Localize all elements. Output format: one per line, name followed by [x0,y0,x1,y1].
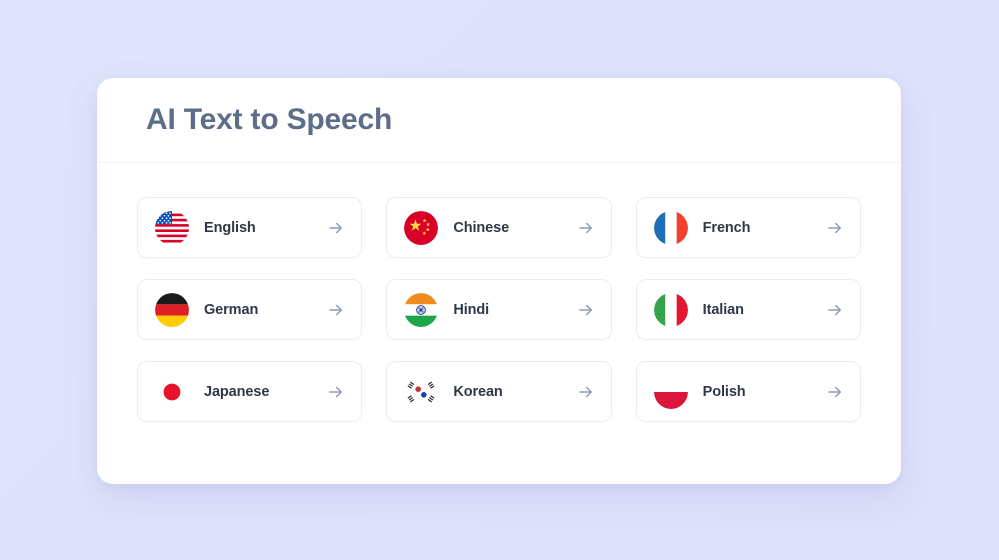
flag-in-icon [404,292,439,327]
arrow-right-icon[interactable] [577,383,595,401]
language-label: English [204,219,256,236]
language-item-hindi[interactable]: Hindi [386,279,612,340]
flag-de-icon [155,292,189,327]
language-label: Polish [702,383,746,400]
language-label: Japanese [204,383,270,400]
language-label: German [204,301,259,318]
language-item-chinese[interactable]: Chinese [386,197,612,258]
language-item-italian[interactable]: Italian [635,279,861,340]
flag-pl-icon [653,374,688,409]
page-title: AI Text to Speech [146,103,393,136]
language-label: French [702,219,751,236]
language-item-korean[interactable]: Korean [386,361,612,422]
flag-fr-icon [653,210,688,245]
language-label: Chinese [453,219,510,236]
language-label: Italian [702,301,744,318]
flag-kr-icon [404,374,439,409]
arrow-right-icon[interactable] [327,383,345,401]
card-header: AI Text to Speech [97,78,901,163]
arrow-right-icon[interactable] [577,301,595,319]
arrow-right-icon[interactable] [327,301,345,319]
language-label: Korean [453,383,503,400]
language-label: Hindi [453,301,490,318]
language-item-german[interactable]: German [137,279,363,340]
app-background: AI Text to Speech English Chinese French… [0,0,999,560]
language-item-polish[interactable]: Polish [635,361,861,422]
language-grid: English Chinese French German Hindi Ital… [97,163,901,422]
flag-cn-icon [404,210,439,245]
language-item-japanese[interactable]: Japanese [137,361,363,422]
language-item-french[interactable]: French [635,197,861,258]
arrow-right-icon[interactable] [577,219,595,237]
flag-us-icon [155,210,189,245]
arrow-right-icon[interactable] [826,301,844,319]
flag-jp-icon [155,374,189,409]
arrow-right-icon[interactable] [826,383,844,401]
language-item-english[interactable]: English [137,197,363,258]
arrow-right-icon[interactable] [826,219,844,237]
text-to-speech-card: AI Text to Speech English Chinese French… [97,78,901,484]
flag-it-icon [653,292,688,327]
arrow-right-icon[interactable] [327,219,345,237]
